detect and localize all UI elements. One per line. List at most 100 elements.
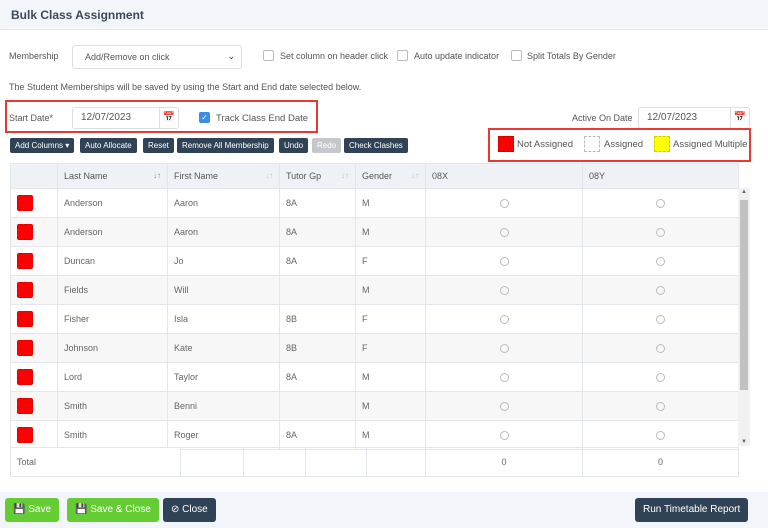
radio-08x[interactable] [499,430,509,440]
cell-gender: F [355,246,426,276]
reset-button[interactable]: Reset [143,138,174,153]
add-columns-button[interactable]: Add Columns ▾ [10,138,75,153]
totals-row: Total 0 0 [10,447,739,477]
cell-gender: F [355,304,426,334]
radio-08y[interactable] [656,314,665,324]
radio-08y[interactable] [656,256,665,266]
radio-08x[interactable] [499,285,509,295]
start-date-input[interactable]: 12/07/2023 📅 [72,107,179,129]
track-end-checkbox[interactable]: ✓ [199,112,210,123]
status-swatch-cell[interactable] [10,275,58,305]
membership-label: Membership [9,51,59,61]
cell-08y[interactable] [582,275,739,305]
cell-08x[interactable] [425,420,583,450]
cell-08x[interactable] [425,391,583,421]
header-last-name[interactable]: Last Name ↓↑ [57,163,168,189]
status-swatch-cell[interactable] [10,420,58,450]
save-icon: 💾 [13,504,26,515]
remove-all-button[interactable]: Remove All Membership [177,138,274,153]
radio-08y[interactable] [656,227,665,237]
save-button[interactable]: 💾 Save [5,498,60,522]
cell-08y[interactable] [582,362,739,392]
cell-08y[interactable] [582,333,739,363]
radio-08y[interactable] [656,372,665,382]
scrollbar-thumb[interactable] [740,200,748,390]
table-row: Johnson Kate 8B F [10,333,739,363]
status-swatch-cell[interactable] [10,246,58,276]
sort-icon: ↓↑ [341,171,349,180]
membership-select[interactable]: Add/Remove on click ⌄ [72,45,242,69]
cell-first-name: Aaron [167,188,280,218]
scrollbar[interactable]: ▲ ▼ [738,188,750,446]
save-close-button[interactable]: 💾 Save & Close [67,498,159,522]
status-swatch-cell[interactable] [10,217,58,247]
calendar-icon[interactable]: 📅 [730,108,749,128]
radio-08x[interactable] [499,343,509,353]
status-swatch-cell[interactable] [10,188,58,218]
redo-button[interactable]: Redo [312,138,342,153]
status-swatch-cell[interactable] [10,304,58,334]
cell-08x[interactable] [425,333,583,363]
radio-08x[interactable] [499,256,509,266]
cell-08y[interactable] [582,188,739,218]
auto-allocate-button[interactable]: Auto Allocate [80,138,137,153]
auto-update-checkbox[interactable] [397,50,408,61]
legend-not-assigned-label: Not Assigned [517,139,573,150]
scroll-down-icon[interactable]: ▼ [741,439,747,445]
cell-gender: M [355,217,426,247]
membership-value: Add/Remove on click [85,52,170,62]
cell-08y[interactable] [582,217,739,247]
cell-08y[interactable] [582,391,739,421]
cell-tutor-gp: 8A [279,246,356,276]
cell-08x[interactable] [425,188,583,218]
add-columns-label: Add Columns [15,141,64,150]
header-tutor-gp[interactable]: Tutor Gp ↓↑ [279,163,356,189]
status-swatch-cell[interactable] [10,333,58,363]
radio-08y[interactable] [656,285,665,295]
cell-08x[interactable] [425,304,583,334]
radio-08y[interactable] [656,198,665,208]
header-08x[interactable]: 08X [425,163,583,189]
radio-08y[interactable] [656,343,665,353]
radio-08x[interactable] [499,314,509,324]
status-swatch-cell[interactable] [10,391,58,421]
status-swatch-cell[interactable] [10,362,58,392]
run-timetable-report-button[interactable]: Run Timetable Report [635,498,749,522]
header-08y[interactable]: 08Y [582,163,739,189]
active-on-value: 12/07/2023 [647,112,698,123]
cell-08x[interactable] [425,275,583,305]
cell-08y[interactable] [582,304,739,334]
calendar-icon[interactable]: 📅 [159,108,178,128]
cell-tutor-gp: 8B [279,304,356,334]
radio-08x[interactable] [499,198,509,208]
cell-first-name: Isla [167,304,280,334]
active-on-input[interactable]: 12/07/2023 📅 [638,107,750,129]
undo-button[interactable]: Undo [279,138,309,153]
radio-08y[interactable] [656,430,665,440]
scroll-up-icon[interactable]: ▲ [741,189,747,195]
cell-08x[interactable] [425,217,583,247]
close-button[interactable]: ⊘ Close [163,498,216,522]
cell-08y[interactable] [582,420,739,450]
table-row: Fields Will M [10,275,739,305]
header-gender[interactable]: Gender ↓↑ [355,163,426,189]
radio-08x[interactable] [499,372,509,382]
not-assigned-indicator [17,369,33,385]
not-assigned-indicator [17,427,33,443]
radio-08y[interactable] [656,401,665,411]
split-totals-checkbox[interactable] [511,50,522,61]
cell-first-name: Taylor [167,362,280,392]
cell-first-name: Kate [167,333,280,363]
radio-08x[interactable] [499,227,509,237]
header-first-name[interactable]: First Name ↓↑ [167,163,280,189]
students-table: Last Name ↓↑ First Name ↓↑ Tutor Gp ↓↑ Gend… [10,163,739,450]
radio-08x[interactable] [499,401,509,411]
cell-08y[interactable] [582,246,739,276]
cell-08x[interactable] [425,246,583,276]
cell-08x[interactable] [425,362,583,392]
check-clashes-button[interactable]: Check Clashes [344,138,408,153]
legend-assigned-multiple-label: Assigned Multiple [673,139,748,150]
track-end-label: Track Class End Date [216,113,309,124]
set-column-checkbox[interactable] [263,50,274,61]
table-row: Fisher Isla 8B F [10,304,739,334]
